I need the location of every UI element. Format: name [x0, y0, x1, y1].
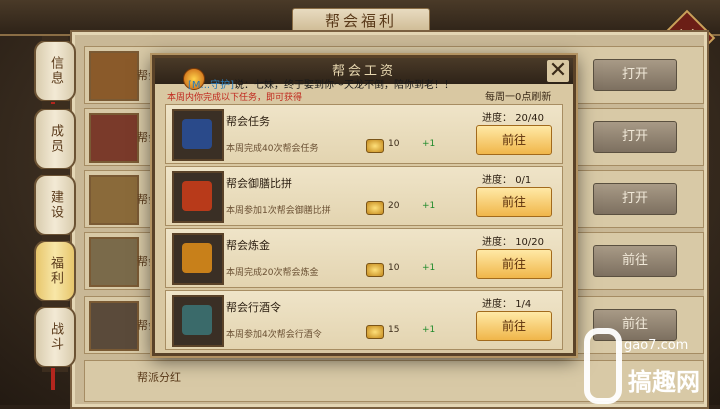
- reward-amount: 15: [388, 325, 400, 335]
- coin-icon: [366, 263, 384, 277]
- goto-button[interactable]: 前往: [593, 245, 677, 277]
- feast-dish-icon: [182, 181, 212, 211]
- task-icon-box: [172, 171, 224, 223]
- watermark-site: gao7.com: [624, 338, 689, 353]
- task-name: 帮会行酒令: [226, 301, 281, 314]
- coin-icon: [366, 325, 384, 339]
- notice-text: 本周内你完成以下任务，即可获得: [167, 93, 303, 103]
- reward-bonus: +1: [422, 201, 436, 211]
- task-desc: 本周参加4次帮会行酒令: [226, 330, 322, 340]
- task-name: 帮会任务: [226, 115, 270, 128]
- task-reward: 10 +1: [366, 139, 456, 153]
- task-row: 帮会行酒令 本周参加4次帮会行酒令 15 +1 进度： 1/4 前往: [165, 290, 563, 350]
- nav-tab-build[interactable]: 建设: [34, 170, 76, 240]
- goto-button[interactable]: 前往: [476, 187, 552, 217]
- task-desc: 本周完成40次帮会任务: [226, 144, 319, 154]
- guild-salary-modal: 帮会工资 ✕ 本周内你完成以下任务，即可获得 每周一0点刷新 帮会任务 本周完成…: [152, 55, 576, 356]
- character-icon: [182, 305, 212, 335]
- nav-tab-info[interactable]: 信息: [34, 36, 76, 106]
- task-row: 帮会任务 本周完成40次帮会任务 10 +1 进度： 20/40 前往: [165, 104, 563, 164]
- chat-speaker[interactable]: [M...守护]: [188, 80, 234, 91]
- open-button[interactable]: 打开: [593, 121, 677, 153]
- welfare-thumb-icon: [89, 237, 139, 287]
- task-reward: 15 +1: [366, 325, 456, 339]
- nav-tab-members[interactable]: 成员: [34, 104, 76, 174]
- task-reward: 10 +1: [366, 263, 456, 277]
- chat-broadcast: [M...守护]说：七妹，终于娶到你～天龙不倒，陪你到老！！: [188, 76, 454, 91]
- welfare-thumb-icon: [89, 175, 139, 225]
- task-name: 帮会炼金: [226, 239, 270, 252]
- nav-tab-battle[interactable]: 战斗: [34, 302, 76, 372]
- goto-button[interactable]: 前往: [476, 311, 552, 341]
- task-icon-box: [172, 295, 224, 347]
- goto-button[interactable]: 前往: [476, 249, 552, 279]
- guild-token-icon: [182, 119, 212, 149]
- task-icon-box: [172, 233, 224, 285]
- reward-bonus: +1: [422, 263, 436, 273]
- reward-amount: 10: [388, 139, 400, 149]
- task-desc: 本周参加1次帮会御膳比拼: [226, 206, 331, 216]
- refresh-text: 每周一0点刷新: [485, 92, 552, 103]
- reward-bonus: +1: [422, 325, 436, 335]
- welfare-thumb-icon: [89, 113, 139, 163]
- coin-icon: [366, 201, 384, 215]
- task-progress: 进度： 1/4: [482, 299, 532, 310]
- goto-button[interactable]: 前往: [476, 125, 552, 155]
- task-desc: 本周完成20次帮会炼金: [226, 268, 319, 278]
- welfare-row-text: 帮派分红: [137, 371, 181, 384]
- chat-text: 说：七妹，终于娶到你～天龙不倒，陪你到老！！: [233, 80, 454, 91]
- open-button[interactable]: 打开: [593, 59, 677, 91]
- task-icon-box: [172, 109, 224, 161]
- task-progress: 进度： 10/20: [482, 237, 545, 248]
- reward-amount: 10: [388, 263, 400, 273]
- welfare-thumb-icon: [89, 301, 139, 351]
- reward-amount: 20: [388, 201, 400, 211]
- welfare-thumb-icon: [89, 51, 139, 101]
- task-name: 帮会御膳比拼: [226, 177, 292, 190]
- tassel-decoration: [51, 368, 55, 390]
- task-row: 帮会御膳比拼 本周参加1次帮会御膳比拼 20 +1 进度： 0/1 前往: [165, 166, 563, 226]
- task-progress: 进度： 20/40: [482, 113, 545, 124]
- watermark-brand: 搞趣网: [628, 368, 700, 396]
- gold-ingot-icon: [182, 243, 212, 273]
- watermark-logo-icon: [584, 328, 622, 404]
- open-button[interactable]: 打开: [593, 183, 677, 215]
- coin-icon: [366, 139, 384, 153]
- reward-bonus: +1: [422, 139, 436, 149]
- nav-tab-welfare[interactable]: 福利: [34, 236, 76, 306]
- task-progress: 进度： 0/1: [482, 175, 532, 186]
- task-row: 帮会炼金 本周完成20次帮会炼金 10 +1 进度： 10/20 前往: [165, 228, 563, 288]
- close-x-icon[interactable]: ✕: [547, 60, 569, 82]
- task-reward: 20 +1: [366, 201, 456, 215]
